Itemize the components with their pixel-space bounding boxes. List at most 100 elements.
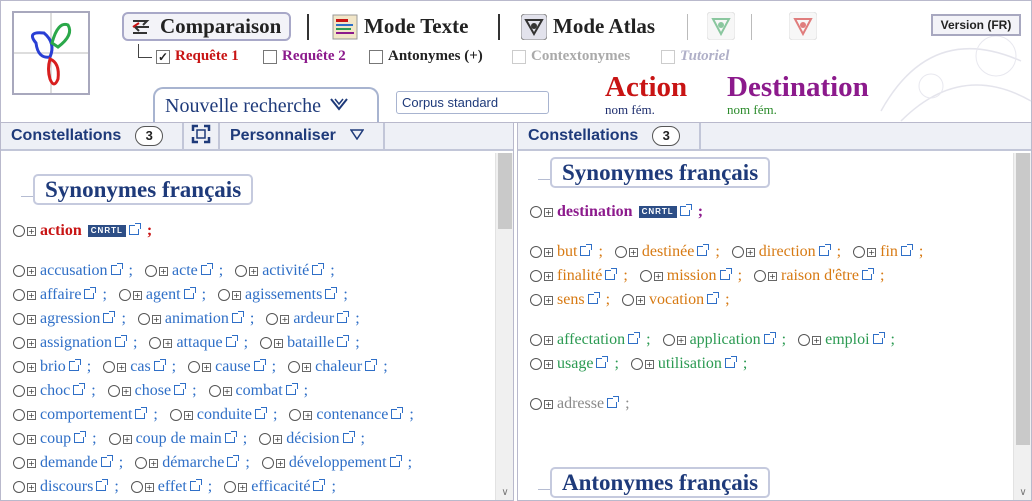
radio-button[interactable] xyxy=(135,457,148,469)
radio-button[interactable] xyxy=(530,334,542,346)
radio-button[interactable] xyxy=(144,265,157,277)
synonym-link[interactable]: affectation xyxy=(557,331,625,349)
expand-icon[interactable]: + xyxy=(183,410,193,420)
expand-icon[interactable]: + xyxy=(132,290,142,300)
expand-icon[interactable]: + xyxy=(544,207,553,217)
external-link-icon[interactable] xyxy=(763,332,776,344)
expand-icon[interactable]: + xyxy=(163,338,173,348)
synonym-link[interactable]: chose xyxy=(135,382,171,400)
radio-button[interactable] xyxy=(107,385,120,397)
expand-icon[interactable]: + xyxy=(544,247,553,257)
synonym-link[interactable]: animation xyxy=(165,310,229,328)
radio-button[interactable] xyxy=(530,206,542,218)
external-link-icon[interactable] xyxy=(153,359,166,371)
expand-icon[interactable]: + xyxy=(544,359,553,369)
radio-button[interactable] xyxy=(530,246,542,258)
right-scrollbar[interactable]: ∨ xyxy=(1013,153,1031,500)
head-word-link[interactable]: destination xyxy=(557,203,633,221)
expand-icon[interactable]: + xyxy=(222,386,232,396)
radio-button[interactable] xyxy=(103,361,116,373)
radio-button[interactable] xyxy=(108,433,121,445)
mode-texte-button[interactable]: Mode Texte xyxy=(331,12,468,41)
synonym-link[interactable]: brio xyxy=(40,358,66,376)
radio-button[interactable] xyxy=(13,481,25,493)
expand-icon[interactable]: + xyxy=(273,434,283,444)
external-link-icon[interactable] xyxy=(115,335,127,347)
synonym-link[interactable]: accusation xyxy=(40,262,108,280)
personnaliser-dropdown[interactable]: Personnaliser xyxy=(220,123,385,150)
radio-button[interactable] xyxy=(208,385,221,397)
radio-button[interactable] xyxy=(288,361,301,373)
synonym-link[interactable]: direction xyxy=(759,243,816,261)
external-link-icon[interactable] xyxy=(84,287,97,299)
corpus-select[interactable]: Corpus standard xyxy=(396,91,549,114)
expand-icon[interactable]: + xyxy=(27,266,36,276)
radio-button[interactable] xyxy=(731,246,744,258)
synonym-link[interactable]: raison d'être xyxy=(781,267,859,285)
radio-button[interactable] xyxy=(224,481,237,493)
expand-icon[interactable]: + xyxy=(628,247,638,257)
synonym-link[interactable]: cas xyxy=(130,358,150,376)
expand-icon[interactable]: + xyxy=(544,295,553,305)
synonym-link[interactable]: vocation xyxy=(649,291,704,309)
external-link-icon[interactable] xyxy=(74,431,87,443)
requete2-option[interactable]: Requête 2 xyxy=(263,48,346,65)
external-link-icon[interactable] xyxy=(697,244,710,256)
radio-button[interactable] xyxy=(266,313,279,325)
radio-button[interactable] xyxy=(137,313,150,325)
radio-button[interactable] xyxy=(118,289,131,301)
external-link-icon[interactable] xyxy=(724,356,737,368)
external-link-icon[interactable] xyxy=(174,383,187,395)
synonym-link[interactable]: adresse xyxy=(557,395,604,413)
expand-icon[interactable]: + xyxy=(544,399,553,409)
external-link-icon[interactable] xyxy=(342,431,355,443)
radio-button[interactable] xyxy=(630,358,643,370)
synonym-link[interactable]: décision xyxy=(286,430,339,448)
expand-icon[interactable]: + xyxy=(644,359,654,369)
external-link-icon[interactable] xyxy=(73,383,86,395)
radio-button[interactable] xyxy=(853,246,866,258)
radio-button[interactable] xyxy=(261,457,274,469)
left-scrollbar[interactable]: ∨ xyxy=(495,153,513,500)
external-link-icon[interactable] xyxy=(580,244,593,256)
synonym-link[interactable]: coup xyxy=(40,430,71,448)
synonym-link[interactable]: emploi xyxy=(825,331,869,349)
tutoriel-checkbox[interactable] xyxy=(661,49,675,64)
expand-icon[interactable]: + xyxy=(653,271,663,281)
radio-button[interactable] xyxy=(530,270,542,282)
expand-icon[interactable]: + xyxy=(27,226,36,236)
external-link-icon[interactable] xyxy=(900,244,913,256)
expand-icon[interactable]: + xyxy=(303,410,313,420)
expand-icon[interactable]: + xyxy=(158,266,168,276)
synonym-link[interactable]: comportement xyxy=(40,406,132,424)
radio-button[interactable] xyxy=(798,334,811,346)
cnrtl-logo[interactable]: CNRTL xyxy=(638,206,677,218)
cnrtl-logo[interactable]: CNRTL xyxy=(87,225,126,237)
expand-icon[interactable]: + xyxy=(151,314,161,324)
version-button[interactable]: Version (FR) xyxy=(931,14,1021,36)
synonym-link[interactable]: démarche xyxy=(162,454,224,472)
expand-icon[interactable]: + xyxy=(117,362,127,372)
radio-button[interactable] xyxy=(188,361,201,373)
external-link-icon[interactable] xyxy=(224,431,237,443)
synonym-link[interactable]: coup de main xyxy=(136,430,222,448)
scroll-thumb[interactable] xyxy=(498,153,512,229)
synonym-link[interactable]: assignation xyxy=(40,334,112,352)
external-link-icon[interactable] xyxy=(189,479,202,491)
external-link-icon[interactable] xyxy=(391,407,404,419)
expand-icon[interactable]: + xyxy=(302,362,312,372)
radio-button[interactable] xyxy=(614,246,627,258)
radio-button[interactable] xyxy=(530,358,542,370)
requete1-checkbox[interactable]: ✓ xyxy=(156,49,170,64)
radio-button[interactable] xyxy=(13,265,25,277)
expand-icon[interactable]: + xyxy=(27,362,36,372)
external-link-icon[interactable] xyxy=(200,263,213,275)
scroll-down-icon[interactable]: ∨ xyxy=(1014,486,1031,500)
external-link-icon[interactable] xyxy=(254,407,267,419)
synonym-link[interactable]: efficacité xyxy=(251,478,310,496)
expand-icon[interactable]: + xyxy=(768,271,778,281)
external-link-icon[interactable] xyxy=(389,455,402,467)
radio-button[interactable] xyxy=(13,289,25,301)
synonym-link[interactable]: finalité xyxy=(557,267,602,285)
expand-icon[interactable]: + xyxy=(544,271,553,281)
